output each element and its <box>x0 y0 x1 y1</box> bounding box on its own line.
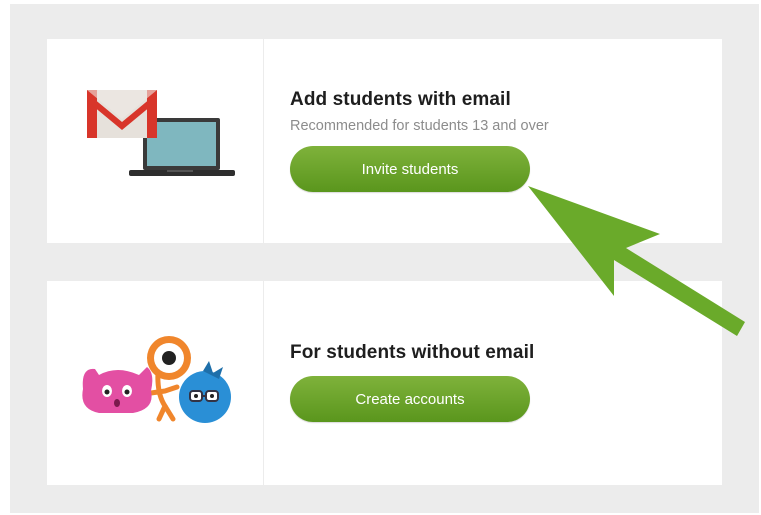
create-accounts-button[interactable]: Create accounts <box>290 376 530 422</box>
no-email-option-title: For students without email <box>290 342 535 363</box>
no-email-option-card: For students without email Create accoun… <box>47 281 722 485</box>
no-email-option-body: For students without email Create accoun… <box>264 281 722 485</box>
email-option-subtitle: Recommended for students 13 and over <box>290 118 549 134</box>
email-illustration <box>47 39 264 243</box>
pink-monster-icon <box>82 367 153 413</box>
monsters-illustration-art <box>82 336 231 423</box>
monsters-illustration <box>47 281 264 485</box>
gmail-laptop-illustration <box>87 90 235 176</box>
email-option-title: Add students with email <box>290 89 511 110</box>
email-option-body: Add students with email Recommended for … <box>264 39 722 243</box>
email-option-card: Add students with email Recommended for … <box>47 39 722 243</box>
invite-students-button[interactable]: Invite students <box>290 146 530 192</box>
gmail-envelope-icon <box>87 90 157 138</box>
